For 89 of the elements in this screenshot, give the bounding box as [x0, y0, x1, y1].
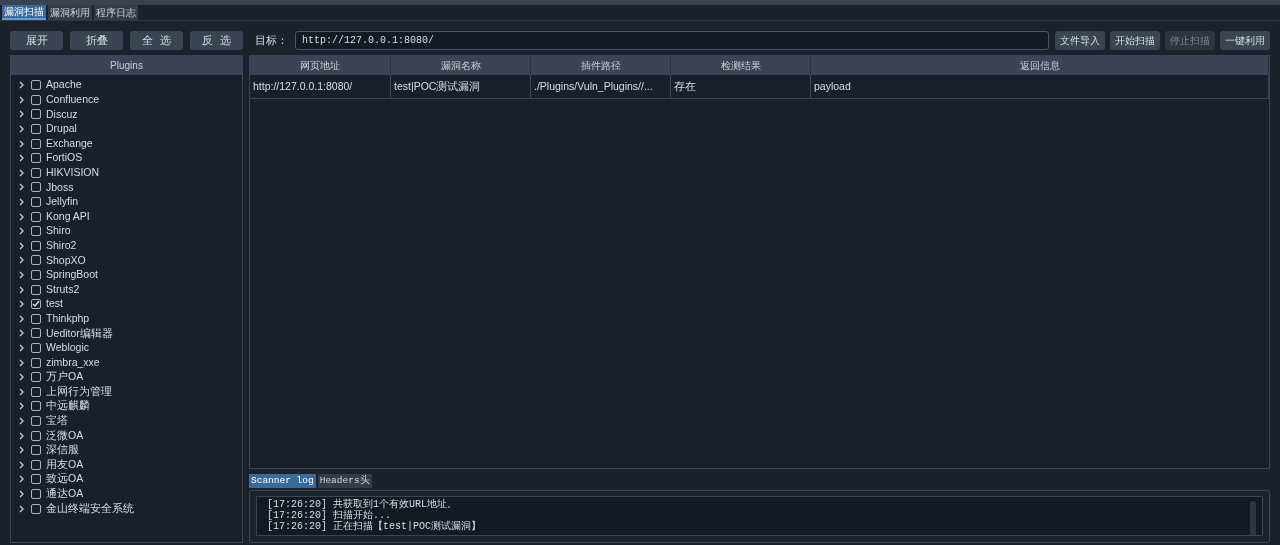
plugin-label: 金山终端安全系统 — [46, 500, 134, 516]
column-header[interactable]: 返回信息 — [811, 56, 1269, 75]
checkbox[interactable] — [31, 474, 41, 485]
plugin-label: 上网行为管理 — [46, 383, 112, 399]
checkbox[interactable] — [31, 372, 41, 383]
checkbox[interactable] — [31, 503, 41, 514]
checkbox[interactable] — [31, 284, 41, 295]
tree-button[interactable]: 折叠 — [70, 31, 123, 50]
checkbox[interactable] — [31, 255, 41, 266]
plugin-label: Apache — [46, 77, 82, 93]
checkbox[interactable] — [31, 299, 41, 310]
checkbox[interactable] — [31, 211, 41, 222]
column-header[interactable]: 插件路径 — [531, 56, 671, 75]
checkbox[interactable] — [31, 94, 41, 105]
action-button[interactable]: 开始扫描 — [1110, 31, 1160, 50]
checkbox[interactable] — [31, 386, 41, 397]
log-line: [17:26:20] 共获取到1个有效URL地址。 — [267, 499, 458, 510]
action-button[interactable]: 一键利用 — [1220, 31, 1270, 50]
table-cell: 存在 — [671, 75, 811, 98]
tab[interactable]: Scanner log — [249, 474, 316, 488]
checkbox[interactable] — [31, 153, 41, 164]
plugin-label: Thinkphp — [46, 310, 90, 326]
tree-button[interactable]: 展开 — [10, 31, 63, 50]
tree-button[interactable]: 反 选 — [190, 31, 243, 50]
checkbox[interactable] — [31, 270, 41, 280]
scrollbar[interactable] — [1250, 501, 1256, 535]
checkbox[interactable] — [31, 445, 41, 456]
plugin-label: 致远OA — [46, 471, 84, 487]
plugin-label: Shiro2 — [46, 237, 77, 253]
log-line: [17:26:20] 扫描开始... — [267, 510, 391, 521]
plugin-label: 宝塔 — [46, 413, 68, 429]
plugin-label: Shiro — [46, 223, 71, 239]
plugin-label: Struts2 — [46, 281, 80, 297]
plugin-label: Exchange — [46, 135, 93, 151]
column-header[interactable]: 漏洞名称 — [391, 56, 531, 75]
target-label: 目标： — [254, 33, 289, 49]
tab[interactable]: 漏洞扫描 — [2, 5, 46, 20]
checkbox[interactable] — [31, 328, 41, 339]
tab[interactable]: 程序日志 — [94, 5, 138, 20]
plugin-label: Weblogic — [46, 340, 89, 356]
checkbox[interactable] — [31, 313, 41, 324]
plugin-label: 通达OA — [46, 486, 84, 502]
plugin-label: 深信服 — [46, 442, 79, 458]
checkbox[interactable] — [31, 124, 41, 135]
checkbox[interactable] — [31, 415, 41, 426]
plugin-label: 万户OA — [46, 369, 84, 385]
checkbox[interactable] — [31, 167, 41, 178]
column-header: Plugins — [11, 56, 242, 75]
plugin-label: Jellyfin — [46, 194, 79, 210]
tab[interactable]: 漏洞利用 — [48, 5, 92, 20]
column-header[interactable]: 检测结果 — [671, 56, 811, 75]
plugin-label: 用友OA — [46, 456, 84, 472]
checkbox[interactable] — [31, 182, 41, 193]
checkbox[interactable] — [31, 343, 41, 353]
plugin-label: test — [46, 296, 63, 312]
column-header[interactable]: 网页地址 — [250, 56, 391, 75]
log-line: [17:26:20] 正在扫描【test|POC测试漏洞】 — [267, 521, 483, 532]
plugin-label: Ueditor编辑器 — [46, 325, 113, 341]
table-cell: http://127.0.0.1:8080/ — [250, 75, 391, 98]
plugin-label: FortiOS — [46, 150, 83, 166]
table-cell: ./Plugins/Vuln_Plugins//... — [531, 75, 671, 98]
checkbox[interactable] — [31, 240, 41, 251]
plugin-label: Kong API — [46, 208, 90, 224]
table-cell: payload — [811, 75, 1269, 98]
plugin-label: Confluence — [46, 92, 100, 107]
checkbox[interactable] — [31, 197, 41, 208]
plugin-label: ShopXO — [46, 252, 86, 268]
plugin-label: SpringBoot — [46, 267, 98, 283]
checkbox[interactable] — [31, 401, 41, 412]
plugin-label: Discuz — [46, 106, 78, 122]
plugin-label: HIKVISION — [46, 165, 100, 180]
plugin-label: 泛微OA — [46, 427, 84, 443]
plugin-label: zimbra_xxe — [46, 354, 100, 370]
tab[interactable]: Headers头 — [317, 474, 372, 488]
checkbox[interactable] — [31, 138, 41, 149]
plugin-label: Drupal — [46, 121, 77, 137]
tree-button[interactable]: 全 选 — [130, 31, 183, 50]
checkbox[interactable] — [31, 430, 41, 441]
action-button[interactable]: 文件导入 — [1055, 31, 1105, 50]
checkbox[interactable] — [31, 109, 41, 120]
checkbox[interactable] — [31, 488, 41, 499]
target-field[interactable]: http://127.0.0.1:8080/ — [295, 31, 1049, 50]
plugin-label: 中远麒麟 — [46, 398, 90, 414]
checkbox[interactable] — [31, 357, 41, 368]
table-cell: test|POC测试漏洞 — [391, 75, 531, 98]
checkbox[interactable] — [31, 80, 41, 91]
plugin-label: Jboss — [46, 179, 74, 195]
checkbox[interactable] — [31, 459, 41, 470]
checkbox[interactable] — [31, 226, 41, 237]
